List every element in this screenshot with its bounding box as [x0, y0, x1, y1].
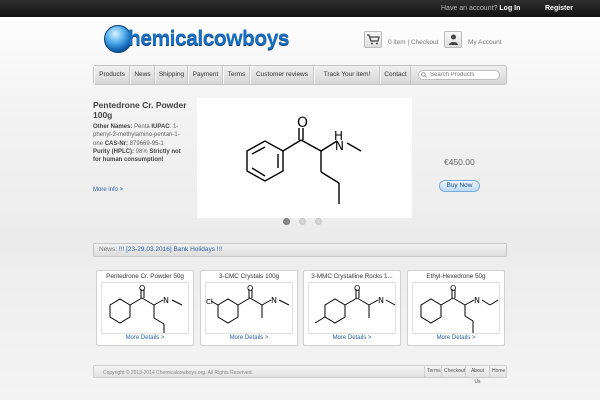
other-names-label: Other Names: — [93, 124, 133, 130]
cas-value: 879669-95-1 — [129, 140, 164, 147]
footer-link-checkout[interactable]: Checkout — [441, 366, 465, 377]
logo-text: hemicalcowboys — [128, 27, 290, 50]
more-details-link[interactable]: More Details > — [97, 335, 193, 341]
featured-product-title[interactable]: Pentedrone Cr. Powder 100g — [93, 100, 188, 120]
slider-dot-2[interactable] — [299, 218, 306, 225]
product-image[interactable]: Cl O N — [205, 282, 293, 334]
svg-text:O: O — [139, 284, 145, 293]
molecule-structure-image: O N — [420, 284, 499, 333]
iupac-label: IUPAC — [151, 124, 170, 130]
news-label: News: — [99, 246, 118, 253]
nav-item-contact[interactable]: Contact — [380, 66, 411, 84]
svg-text:N: N — [271, 296, 277, 305]
news-bar: News: !!! [23-29.03.2016] Bank Holidays … — [93, 243, 507, 257]
search-icon — [421, 72, 427, 78]
featured-product-image[interactable]: O H N — [197, 98, 412, 218]
cart-icon[interactable] — [364, 31, 382, 48]
nav-item-track-item[interactable]: Track Your item! — [314, 66, 380, 84]
account-prompt-text: Have an account? — [441, 5, 498, 12]
other-names-value: Penta — [134, 124, 150, 130]
svg-text:O: O — [354, 284, 360, 293]
copyright-text: Copyright © 2013-2014 Chemicalcowboys.or… — [103, 370, 253, 376]
nav-item-products[interactable]: Products — [94, 66, 130, 84]
more-info-link[interactable]: More info > — [93, 187, 123, 193]
purity-label: Purity (HPLC): — [93, 148, 134, 155]
product-title[interactable]: Ethyl-Hexedrone 50g — [408, 273, 504, 280]
nav-item-shipping[interactable]: Shipping — [155, 66, 188, 84]
molecule-structure-image: O H N — [246, 115, 362, 204]
product-title[interactable]: 3-CMC Crystals 100g — [201, 273, 297, 280]
cart-checkout-link[interactable]: 0 item | Checkout — [388, 39, 438, 46]
product-card[interactable]: Ethyl-Hexedrone 50g O N More Details > — [407, 270, 505, 346]
top-bar: Have an account? Log In Register — [0, 0, 600, 17]
news-headline-link[interactable]: !!! [23-29.03.2016] Bank Holidays !!! — [119, 246, 222, 253]
site-logo[interactable]: hemicalcowboys — [104, 24, 318, 54]
user-icon[interactable] — [444, 31, 462, 48]
login-link[interactable]: Log In — [499, 5, 520, 12]
featured-product-description: Other Names: Penta IUPAC: 1-phenyl-2-met… — [93, 124, 181, 164]
cas-label: CAS-Nr: — [104, 140, 129, 147]
svg-text:N: N — [163, 296, 169, 305]
account-prompt: Have an account? Log In — [441, 5, 520, 12]
main-nav: Products News Shipping Payment Terms Cus… — [93, 65, 507, 85]
nav-item-news[interactable]: News — [130, 66, 155, 84]
product-card[interactable]: Pentedrone Cr. Powder 50g O N More Detai… — [96, 270, 194, 346]
svg-text:O: O — [297, 115, 308, 131]
footer-link-about-us[interactable]: About Us — [465, 366, 489, 385]
buy-now-button[interactable]: Buy Now — [439, 180, 480, 192]
more-details-link[interactable]: More Details > — [201, 335, 297, 341]
svg-text:N: N — [335, 139, 344, 153]
product-image[interactable]: O N — [308, 282, 396, 334]
molecule-structure-image: O N — [314, 284, 396, 324]
slider-dot-1[interactable] — [283, 218, 290, 225]
svg-text:N: N — [378, 296, 384, 305]
footer-link-home[interactable]: Home — [489, 366, 507, 377]
svg-text:O: O — [247, 284, 253, 293]
product-title[interactable]: 3-MMC Crystalline Rocks 1... — [304, 273, 400, 280]
my-account-link[interactable]: My Account — [468, 39, 502, 46]
product-card[interactable]: 3-MMC Crystalline Rocks 1... O N More De… — [303, 270, 401, 346]
search-input[interactable] — [418, 70, 500, 80]
nav-item-terms[interactable]: Terms — [223, 66, 250, 84]
svg-text:Cl: Cl — [206, 298, 213, 306]
register-link[interactable]: Register — [545, 5, 573, 12]
more-details-link[interactable]: More Details > — [408, 335, 504, 341]
molecule-structure-image: O N — [109, 284, 183, 333]
featured-price: €450.00 — [444, 157, 475, 167]
product-card[interactable]: 3-CMC Crystals 100g Cl O N More Details … — [200, 270, 298, 346]
nav-item-payment[interactable]: Payment — [188, 66, 223, 84]
product-title[interactable]: Pentedrone Cr. Powder 50g — [97, 273, 193, 280]
footer: Copyright © 2013-2014 Chemicalcowboys.or… — [93, 365, 507, 385]
footer-link-terms[interactable]: Terms — [424, 366, 441, 377]
svg-text:N: N — [474, 296, 480, 305]
more-details-link[interactable]: More Details > — [304, 335, 400, 341]
nav-item-customer-reviews[interactable]: Customer reviews — [250, 66, 314, 84]
slider-dot-3[interactable] — [315, 218, 322, 225]
svg-text:O: O — [450, 284, 456, 293]
product-image[interactable]: O N — [101, 282, 189, 334]
purity-value: 98% — [135, 148, 148, 155]
product-image[interactable]: O N — [412, 282, 500, 334]
molecule-structure-image: Cl O N — [206, 284, 290, 324]
